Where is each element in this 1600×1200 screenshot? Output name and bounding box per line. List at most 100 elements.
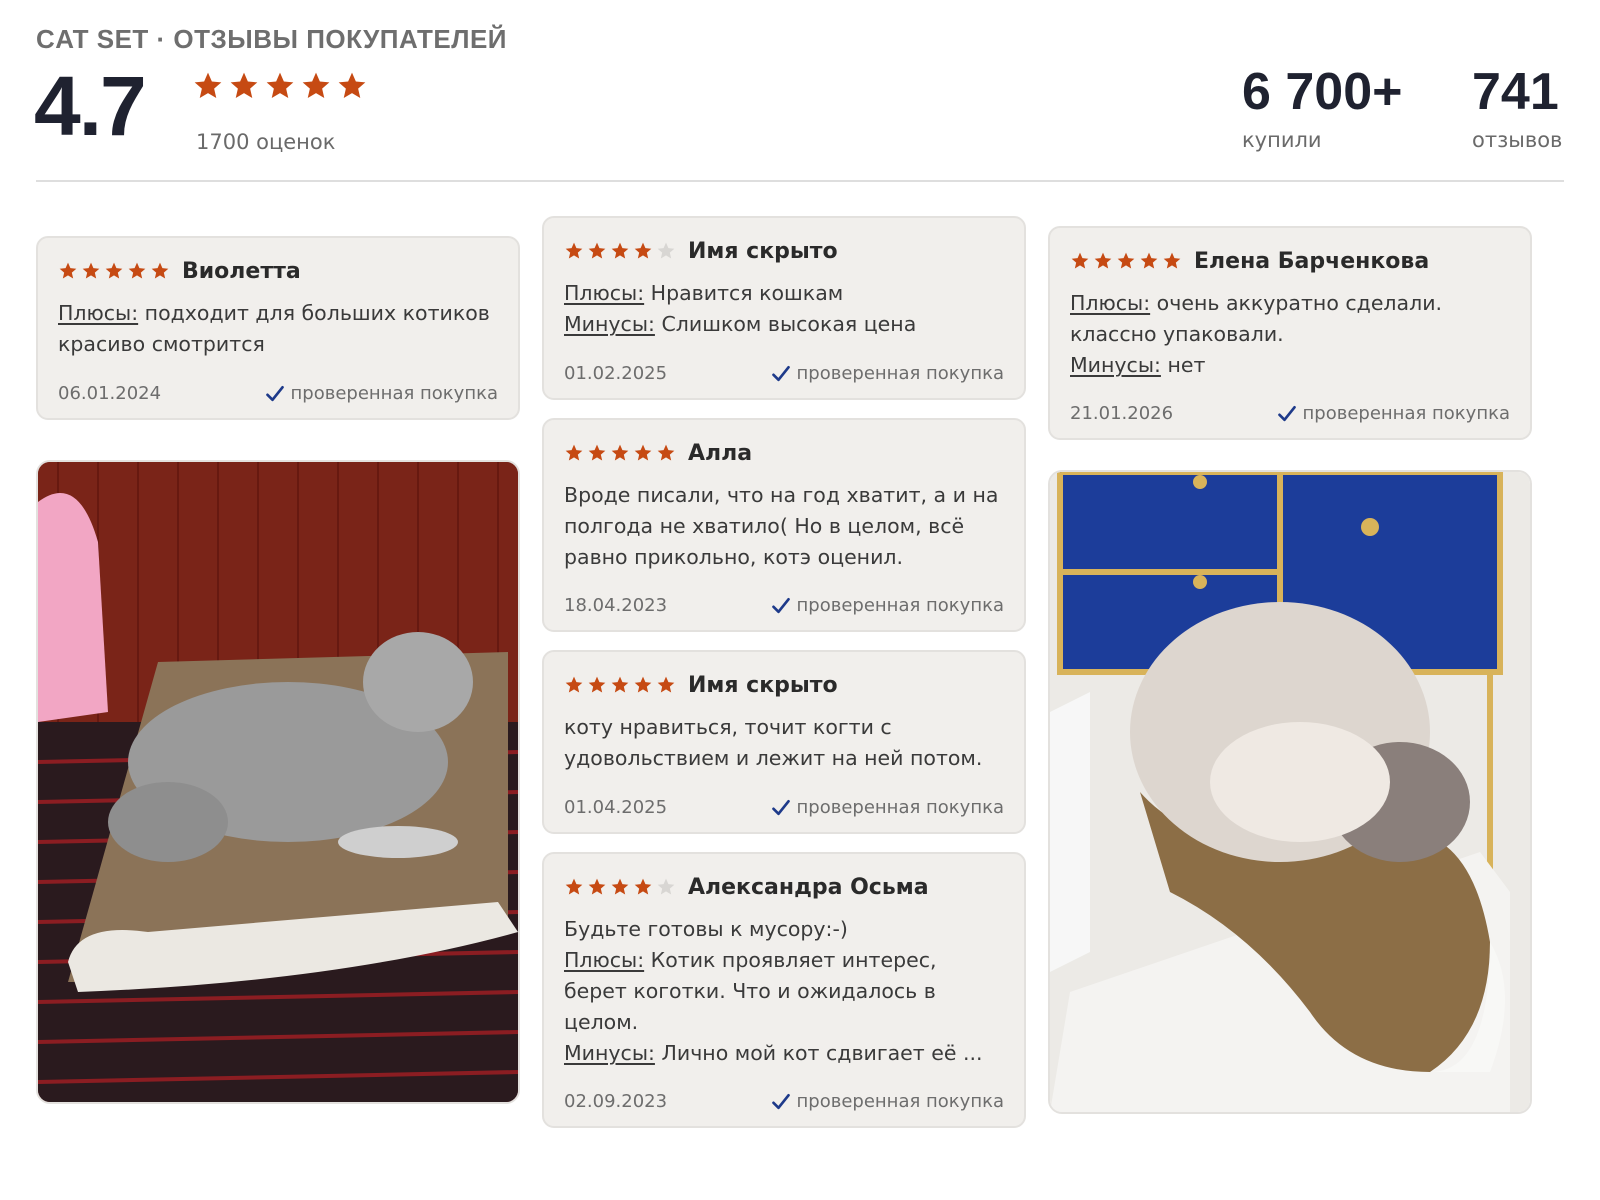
review-header: Александра Осьма	[564, 872, 1004, 902]
review-date: 01.04.2025	[564, 797, 668, 818]
bought-value: 6 700+	[1242, 63, 1403, 121]
review-header: Алла	[564, 438, 1004, 468]
star-filled-icon	[565, 242, 583, 259]
review-line: Плюсы: очень аккуратно сделали. классно …	[1070, 288, 1510, 350]
review-card: Имя скрыто Плюсы: Нравится кошкам Минусы: …	[542, 216, 1026, 400]
star-filled-icon	[105, 262, 123, 279]
star-filled-icon	[657, 444, 675, 461]
review-card: Алла Вроде писали, что на год хватит, а и…	[542, 418, 1026, 632]
review-line: коту нравиться, точит когти с удовольств…	[564, 712, 1004, 774]
star-filled-icon	[128, 262, 146, 279]
star-filled-icon	[1071, 252, 1089, 269]
star-filled-icon	[565, 444, 583, 461]
reviewer-name: Виолетта	[182, 258, 301, 284]
review-footer: 01.04.2025 проверенная покупка	[564, 797, 1004, 818]
star-filled-icon	[59, 262, 77, 279]
checkmark-icon	[771, 799, 790, 815]
review-card: Елена Барченкова Плюсы: очень аккуратно с…	[1048, 226, 1532, 440]
cons-label: Минусы:	[564, 312, 655, 336]
review-footer: 01.02.2025 проверенная покупка	[564, 363, 1004, 384]
star-filled-icon	[611, 242, 629, 259]
checkmark-icon	[771, 1093, 790, 1109]
star-filled-icon	[588, 676, 606, 693]
review-footer: 06.01.2024 проверенная покупка	[58, 383, 498, 404]
reviewer-name: Имя скрыто	[688, 238, 838, 264]
star-filled-icon	[266, 72, 294, 98]
checkmark-icon	[771, 365, 790, 381]
review-line-text: нет	[1167, 353, 1206, 377]
review-text: коту нравиться, точит когти с удовольств…	[564, 712, 1004, 774]
review-line: Плюсы: Котик проявляет интерес, берет ко…	[564, 945, 1004, 1038]
verified-purchase-label: проверенная покупка	[290, 383, 498, 404]
review-line-text: Вроде писали, что на год хватит, а и на …	[564, 483, 999, 569]
verified-purchase-label: проверенная покупка	[796, 595, 1004, 616]
review-date: 01.02.2025	[564, 363, 668, 384]
star-filled-icon	[1094, 252, 1112, 269]
star-filled-icon	[565, 676, 583, 693]
ratings-count: 1700 оценок	[196, 130, 336, 154]
checkmark-icon	[771, 597, 790, 613]
star-filled-icon	[1117, 252, 1135, 269]
star-filled-icon	[588, 878, 606, 895]
verified-purchase-badge: проверенная покупка	[1277, 403, 1510, 424]
checkmark-icon	[265, 385, 284, 401]
reviewer-name: Елена Барченкова	[1194, 248, 1430, 274]
reviews-value: 741	[1472, 63, 1559, 121]
star-filled-icon	[611, 878, 629, 895]
star-empty-icon	[657, 242, 675, 259]
star-filled-icon	[611, 676, 629, 693]
review-text: Вроде писали, что на год хватит, а и на …	[564, 480, 1004, 573]
review-line-text: коту нравиться, точит когти с удовольств…	[564, 715, 983, 770]
star-filled-icon	[611, 444, 629, 461]
review-line: Плюсы: Нравится кошкам	[564, 278, 1004, 309]
verified-purchase-badge: проверенная покупка	[771, 363, 1004, 384]
star-filled-icon	[634, 676, 652, 693]
verified-purchase-badge: проверенная покупка	[771, 1091, 1004, 1112]
star-filled-icon	[634, 242, 652, 259]
verified-purchase-label: проверенная покупка	[1302, 403, 1510, 424]
review-date: 18.04.2023	[564, 595, 668, 616]
pros-label: Плюсы:	[58, 301, 139, 325]
verified-purchase-label: проверенная покупка	[796, 363, 1004, 384]
review-line-text: Слишком высокая цена	[661, 312, 917, 336]
star-filled-icon	[230, 72, 258, 98]
star-rating	[1070, 251, 1182, 271]
review-text: Будьте готовы к мусору:-) Плюсы: Котик пр…	[564, 914, 1004, 1069]
review-footer: 02.09.2023 проверенная покупка	[564, 1091, 1004, 1112]
review-line: Плюсы: подходит для больших котиков крас…	[58, 298, 498, 360]
review-line-text: Нравится кошкам	[650, 281, 844, 305]
star-filled-icon	[1163, 252, 1181, 269]
star-rating	[58, 261, 170, 281]
star-filled-icon	[634, 878, 652, 895]
review-header: Имя скрыто	[564, 670, 1004, 700]
review-card: Имя скрыто коту нравиться, точит когти с …	[542, 650, 1026, 834]
review-line: Минусы: Лично мой кот сдвигает её ...	[564, 1038, 1004, 1069]
fluffy-cat-on-scratcher-photo[interactable]	[1048, 470, 1532, 1114]
review-card: Виолетта Плюсы: подходит для больших коти…	[36, 236, 520, 420]
page-heading: CAT SET · ОТЗЫВЫ ПОКУПАТЕЛЕЙ	[36, 24, 507, 54]
pros-label: Плюсы:	[1070, 291, 1151, 315]
pros-label: Плюсы:	[564, 948, 645, 972]
tabby-cat-on-scratcher-photo[interactable]	[36, 460, 520, 1104]
reviews-label: отзывов	[1472, 128, 1563, 152]
star-filled-icon	[194, 72, 222, 98]
review-text: Плюсы: подходит для больших котиков крас…	[58, 298, 498, 360]
bought-stat: 6 700+ купили	[1242, 62, 1403, 152]
photo-illustration	[1050, 472, 1530, 1112]
star-filled-icon	[657, 676, 675, 693]
star-filled-icon	[588, 444, 606, 461]
star-rating	[564, 443, 676, 463]
review-line: Вроде писали, что на год хватит, а и на …	[564, 480, 1004, 573]
verified-purchase-label: проверенная покупка	[796, 1091, 1004, 1112]
average-rating: 4.7	[34, 59, 147, 153]
pros-label: Плюсы:	[564, 281, 645, 305]
review-header: Имя скрыто	[564, 236, 1004, 266]
reviewer-name: Имя скрыто	[688, 672, 838, 698]
star-filled-icon	[588, 242, 606, 259]
review-header: Виолетта	[58, 256, 498, 286]
average-rating-stars	[192, 70, 368, 106]
review-line-text: Лично мой кот сдвигает её ...	[661, 1041, 983, 1065]
review-line: Минусы: нет	[1070, 350, 1510, 381]
star-filled-icon	[151, 262, 169, 279]
review-text: Плюсы: Нравится кошкам Минусы: Слишком вы…	[564, 278, 1004, 340]
